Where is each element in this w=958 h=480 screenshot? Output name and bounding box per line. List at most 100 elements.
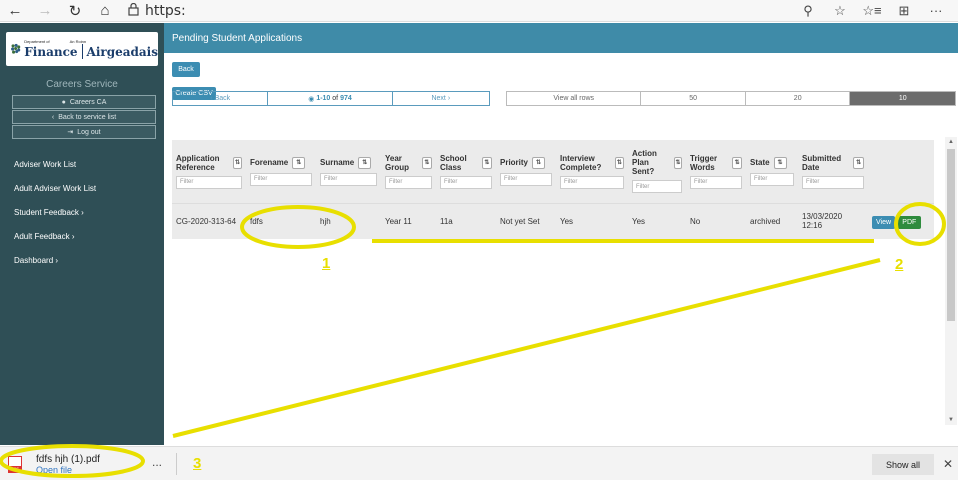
col-header: Action Plan Sent? — [632, 149, 657, 177]
pager-next-label: Next — [431, 95, 446, 102]
filter-input[interactable]: Filter — [176, 175, 242, 189]
rows-option-10[interactable]: 10 — [850, 92, 955, 105]
sort-icon[interactable]: ⇅ — [481, 156, 492, 169]
sidebar-item-adviser-work-list[interactable]: Adviser Work List — [14, 160, 76, 169]
filter-input[interactable]: Filter — [632, 180, 682, 194]
sidebar-item-label: Dashboard — [14, 256, 54, 265]
address-bar[interactable]: https: — [128, 3, 792, 19]
table-cell: fdfs — [246, 202, 316, 239]
scroll-up-icon[interactable]: ▲ — [945, 139, 957, 145]
more-menu-icon[interactable]: ··· — [920, 3, 952, 18]
col-header: School Class — [440, 153, 467, 172]
filter-input[interactable]: Filter — [385, 175, 432, 189]
pager-back-label: Back — [214, 95, 231, 102]
zoom-icon[interactable]: ⚲ — [792, 3, 824, 19]
table-cell: Yes — [628, 202, 686, 239]
chevron-right-icon: › — [445, 95, 451, 102]
back-to-service-label: Back to service list — [58, 113, 117, 121]
annotation-number-2: 2 — [895, 256, 904, 273]
filter-input[interactable]: Filter — [560, 175, 624, 189]
pager-next-button[interactable]: Next › — [393, 92, 489, 105]
sort-icon[interactable]: ⇅ — [732, 156, 742, 169]
pager-back-button[interactable]: ‹ Back — [173, 92, 269, 105]
scroll-down-icon[interactable]: ▼ — [945, 417, 957, 423]
download-item[interactable]: PDF fdfs hjh (1).pdf Open file — [8, 451, 144, 477]
user-icon: ● — [61, 98, 66, 106]
chevron-right-icon: › — [71, 232, 75, 241]
home-icon[interactable]: ⌂ — [90, 0, 120, 22]
view-button[interactable]: View — [872, 215, 896, 229]
filter-input[interactable]: Filter — [320, 172, 377, 186]
sidebar-item-label: Adult Feedback — [14, 232, 70, 241]
pdf-file-icon: PDF — [8, 455, 22, 473]
collections-icon[interactable]: ⊞ — [888, 3, 920, 19]
open-file-link[interactable]: Open file — [36, 465, 100, 475]
close-icon[interactable]: ✕ — [943, 457, 953, 471]
filter-input[interactable]: Filter — [440, 175, 492, 189]
user-button-label: Careers CA — [69, 98, 107, 106]
favorites-list-icon[interactable]: ☆≡ — [856, 3, 888, 19]
table-cell: 11a — [436, 202, 496, 239]
rows-per-page: View all rows 50 20 10 — [506, 91, 956, 106]
download-more-icon[interactable]: ... — [152, 455, 162, 469]
table-cell: archived — [746, 202, 798, 239]
table-cell: No — [686, 202, 746, 239]
sort-icon[interactable]: ⇅ — [773, 156, 787, 169]
sidebar-item-adult-adviser-work-list[interactable]: Adult Adviser Work List — [14, 184, 96, 193]
col-header: State — [750, 158, 770, 168]
table-cell: Year 11 — [381, 202, 436, 239]
sort-icon[interactable]: ⇅ — [532, 156, 546, 169]
annotation-number-1: 1 — [322, 255, 331, 272]
sidebar-item-dashboard[interactable]: Dashboard › — [14, 256, 58, 265]
applications-table: Application Reference ⇅ Filter Forename ⇅ Fi… — [172, 140, 934, 239]
sort-icon[interactable]: ⇅ — [292, 156, 306, 169]
filter-input[interactable]: Filter — [500, 172, 552, 186]
rows-option-50[interactable]: 50 — [641, 92, 746, 105]
table-row[interactable]: CG-2020-313-64 fdfs hjh Year 11 11a Not … — [172, 202, 934, 239]
sort-icon[interactable]: ⇅ — [421, 156, 432, 169]
filter-input[interactable]: Filter — [750, 172, 794, 186]
chevron-left-icon: ‹ — [51, 113, 55, 121]
sort-icon[interactable]: ⇅ — [673, 156, 682, 169]
logo-airgeadais-text: Airgeadais — [86, 44, 158, 59]
sidebar-item-adult-feedback[interactable]: Adult Feedback › — [14, 232, 75, 241]
filter-input[interactable]: Filter — [690, 175, 742, 189]
sidebar: Department of An Roinn Finance Airgeadai… — [0, 23, 164, 445]
sort-icon[interactable]: ⇅ — [614, 156, 624, 169]
filter-input[interactable]: Filter — [802, 175, 864, 189]
back-button[interactable]: Back — [172, 62, 200, 77]
col-header: Application Reference — [176, 153, 220, 172]
table-cell: Yes — [556, 202, 628, 239]
user-button[interactable]: ● Careers CA — [12, 95, 156, 109]
service-title: Careers Service — [46, 79, 118, 90]
pager-range-bold: 1-10 — [316, 95, 331, 102]
table-cell: Not yet Set — [496, 202, 556, 239]
rows-option-20[interactable]: 20 — [746, 92, 851, 105]
refresh-icon[interactable]: ↻ — [60, 0, 90, 22]
rows-option-all[interactable]: View all rows — [507, 92, 642, 105]
vertical-scrollbar[interactable]: ▲ ▼ — [945, 137, 957, 425]
scroll-thumb[interactable] — [947, 149, 955, 321]
forward-arrow-icon[interactable]: → — [30, 0, 60, 22]
favorite-star-icon[interactable]: ☆ — [824, 3, 856, 19]
sort-icon[interactable]: ⇅ — [233, 156, 242, 169]
show-all-button[interactable]: Show all — [872, 454, 934, 475]
back-arrow-icon[interactable]: ← — [0, 0, 30, 22]
table-cell: hjh — [316, 202, 381, 239]
divider — [176, 453, 177, 475]
sort-icon[interactable]: ⇅ — [358, 156, 372, 169]
annotation-number-3: 3 — [193, 455, 202, 472]
sort-icon[interactable]: ⇅ — [853, 156, 864, 169]
filter-input[interactable]: Filter — [250, 172, 312, 186]
table-cell: CG-2020-313-64 — [172, 202, 246, 239]
logout-label: Log out — [77, 128, 101, 136]
logout-icon: ⇥ — [67, 129, 74, 136]
back-to-service-list-button[interactable]: ‹ Back to service list — [12, 110, 156, 124]
pager-range: ◉ 1-10 of 974 — [268, 92, 393, 105]
pdf-button[interactable]: PDF — [897, 215, 922, 229]
pagination: ‹ Back ◉ 1-10 of 974 Next › — [172, 91, 490, 106]
page-title: Pending Student Applications — [164, 23, 958, 53]
eye-icon: ◉ — [308, 95, 317, 103]
sidebar-item-student-feedback[interactable]: Student Feedback › — [14, 208, 84, 217]
logout-button[interactable]: ⇥ Log out — [12, 125, 156, 139]
